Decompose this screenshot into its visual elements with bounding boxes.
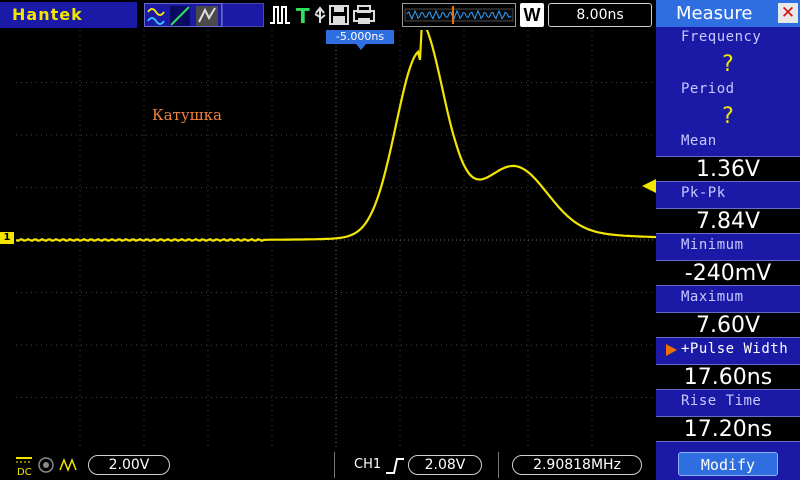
measure-header: Measure ✕ (656, 0, 800, 27)
dc-coupling-icon: DC (16, 457, 32, 478)
trigger-source-label: CH1 (354, 457, 382, 472)
divider (498, 452, 499, 478)
measure-value-mean[interactable]: 1.36V (656, 156, 800, 182)
svg-text:DC: DC (17, 467, 32, 478)
waveform-icon (147, 8, 165, 25)
pulse-trigger-icon (270, 6, 290, 24)
memory-timeline[interactable] (402, 3, 516, 27)
svg-text:T: T (296, 4, 310, 27)
measure-value-pulse-width[interactable]: 17.60ns (656, 364, 800, 390)
measure-label-maximum: Maximum (681, 289, 744, 305)
close-icon[interactable]: ✕ (778, 3, 798, 23)
graticule (15, 18, 657, 450)
display-mode-icons[interactable] (144, 3, 222, 27)
measure-value-period[interactable]: ? (656, 104, 800, 130)
save-icon (329, 5, 349, 25)
divider (334, 452, 335, 478)
measure-label-minimum: Minimum (681, 237, 744, 253)
waveform-display (15, 18, 657, 450)
selected-item-arrow-icon (666, 344, 677, 356)
measure-value-minimum[interactable]: -240mV (656, 260, 800, 286)
measure-label-frequency: Frequency (681, 29, 762, 45)
rising-edge-icon (386, 458, 404, 474)
window-mode-button[interactable]: W (520, 3, 544, 27)
trigger-position-arrow (356, 44, 366, 50)
trigger-position-label[interactable]: -5.000ns (326, 30, 394, 44)
print-icon (353, 5, 375, 24)
measure-panel: Measure ✕ Frequency ? Period ? Mean 1.36… (656, 0, 800, 480)
measure-label-rise-time: Rise Time (681, 393, 762, 409)
measure-value-pkpk[interactable]: 7.84V (656, 208, 800, 234)
frequency-counter: 2.90818MHz (512, 455, 642, 475)
bandwidth-limit-icon (38, 457, 54, 473)
xy-mode-icon (170, 6, 190, 26)
measure-label-period: Period (681, 81, 735, 97)
trigger-level-marker[interactable] (642, 179, 656, 193)
modify-button[interactable]: Modify (678, 452, 778, 476)
usb-icon (314, 6, 326, 23)
probe-icon (59, 457, 77, 473)
measure-value-frequency[interactable]: ? (656, 52, 800, 78)
measure-value-maximum[interactable]: 7.60V (656, 312, 800, 338)
timebase-readout[interactable]: 8.00ns (548, 3, 652, 27)
ch1-volts-per-div[interactable]: 2.00V (88, 455, 170, 475)
status-box (222, 3, 264, 27)
measure-title: Measure (676, 3, 753, 24)
measure-label-mean: Mean (681, 133, 717, 149)
trigger-level-readout[interactable]: 2.08V (408, 455, 482, 475)
brand-logo: Hantek (0, 2, 137, 28)
ch1-ground-marker[interactable]: 1 (0, 232, 14, 244)
trigger-t-icon: T (296, 4, 310, 28)
measure-label-pkpk: Pk-Pk (681, 185, 726, 201)
measure-label-pulse-width: +Pulse Width (681, 341, 789, 357)
annotation-text: Катушка (152, 106, 222, 124)
top-toolbar: Hantek T W 8.00ns (0, 0, 656, 30)
persist-icon (196, 6, 218, 26)
measure-value-rise-time[interactable]: 17.20ns (656, 416, 800, 442)
trigger-icons[interactable]: T (268, 3, 398, 28)
